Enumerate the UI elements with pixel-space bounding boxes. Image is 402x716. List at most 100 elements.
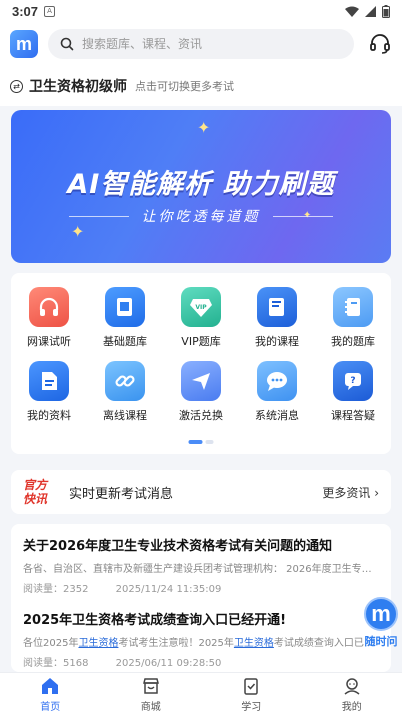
read-count: 阅读量：5168 bbox=[23, 658, 88, 669]
home-icon bbox=[42, 678, 59, 694]
svg-text:VIP: VIP bbox=[195, 304, 207, 311]
read-count-label: 阅读量： bbox=[23, 584, 63, 595]
svg-text:?: ? bbox=[350, 376, 355, 386]
grid-item-offline-courses[interactable]: 离线课程 bbox=[87, 361, 163, 435]
grid-item-my-materials[interactable]: 我的资料 bbox=[11, 361, 87, 435]
article-title: 2025年卫生资格考试成绩查询入口已经开通! bbox=[23, 613, 287, 628]
book-icon bbox=[105, 287, 145, 327]
article-list: 关于2026年度卫生专业技术资格考试有关问题的通知 各省、自治区、直辖市及新疆生… bbox=[11, 524, 391, 672]
badge-line: 快讯 bbox=[23, 492, 48, 506]
banner-title: AI智能解析 助力刷题 bbox=[67, 169, 335, 200]
grid-item-label: 我的题库 bbox=[331, 335, 375, 348]
article-desc: 各省、自治区、直辖市及新疆生产建设兵团考试管理机构： 2026年度卫生专业技术资… bbox=[23, 564, 379, 575]
list-item[interactable]: 2025年卫生资格考试成绩查询入口已经开通! 各位2025年卫生资格考试考生注意… bbox=[11, 598, 391, 672]
grid-item-label: 课程答疑 bbox=[331, 409, 375, 422]
grid-item-course-qa[interactable]: ? 课程答疑 bbox=[315, 361, 391, 435]
read-count-label: 阅读量： bbox=[23, 658, 63, 669]
page-dot-active bbox=[188, 440, 203, 444]
chat-bubble-icon bbox=[257, 361, 297, 401]
grid-item-system-messages[interactable]: 系统消息 bbox=[239, 361, 315, 435]
grid-item-my-bank[interactable]: 我的题库 bbox=[315, 287, 391, 361]
tab-label: 首页 bbox=[40, 702, 61, 713]
article-meta: 阅读量：2352 2025/11/24 11:35:09 bbox=[23, 580, 379, 595]
more-news-link[interactable]: 更多资讯 › bbox=[322, 484, 379, 501]
exam-name: 卫生资格初级师 bbox=[29, 79, 127, 95]
banner-subtitle: 让你吃透每道题 bbox=[141, 209, 261, 225]
bottom-tab-bar: 首页 商城 学习 我的 bbox=[0, 672, 402, 716]
customer-service-icon[interactable] bbox=[368, 32, 392, 56]
exam-hint: 点击可切换更多考试 bbox=[135, 80, 234, 93]
profile-icon bbox=[344, 678, 360, 695]
desc-text: 考试考生注意啦！2025年 bbox=[118, 638, 234, 649]
status-bar: 3:07 A bbox=[0, 0, 402, 22]
document-icon bbox=[29, 361, 69, 401]
course-book-icon bbox=[257, 287, 297, 327]
sparkle-icon: ✦ bbox=[197, 118, 211, 137]
list-item[interactable]: 关于2026年度卫生专业技术资格考试有关问题的通知 各省、自治区、直辖市及新疆生… bbox=[11, 524, 391, 598]
tab-label: 商城 bbox=[140, 702, 161, 713]
search-input[interactable] bbox=[82, 37, 322, 51]
grid-item-label: 系统消息 bbox=[255, 409, 299, 422]
app-logo[interactable]: m bbox=[10, 30, 38, 58]
banner-divider bbox=[273, 216, 333, 217]
ask-anytime-label: 随时问 bbox=[364, 635, 398, 648]
qa-icon: ? bbox=[333, 361, 373, 401]
read-count: 阅读量：2352 bbox=[23, 584, 88, 595]
send-plane-icon bbox=[181, 361, 221, 401]
grid-item-my-courses[interactable]: 我的课程 bbox=[239, 287, 315, 361]
grid-item-label: 网课试听 bbox=[27, 335, 71, 348]
notebook-icon bbox=[333, 287, 373, 327]
search-bar[interactable] bbox=[48, 29, 354, 59]
read-count-value: 5168 bbox=[63, 658, 89, 669]
news-bar[interactable]: 官方 快讯 实时更新考试消息 更多资讯 › bbox=[11, 470, 391, 514]
headphones-icon bbox=[29, 287, 69, 327]
ask-anytime-button[interactable]: m 随时问 bbox=[361, 597, 401, 653]
tab-label: 学习 bbox=[241, 702, 262, 713]
tab-home[interactable]: 首页 bbox=[0, 673, 101, 716]
feature-grid-card: 网课试听 基础题库 VIP VIP题库 我的课程 我的题库 我的资料 离线课程 … bbox=[11, 273, 391, 454]
tab-profile[interactable]: 我的 bbox=[302, 673, 402, 716]
signal-icon bbox=[365, 5, 376, 17]
article-date: 2025/11/24 11:35:09 bbox=[115, 584, 222, 595]
badge-line: 官方 bbox=[23, 478, 48, 492]
promo-banner[interactable]: ✦ ✦ ✦ AI智能解析 助力刷题 让你吃透每道题 bbox=[11, 110, 391, 263]
article-date: 2025/06/11 09:28:50 bbox=[115, 658, 222, 669]
article-desc: 各位2025年卫生资格考试考生注意啦！2025年卫生资格考试成绩查询入口已经开通 bbox=[23, 634, 379, 649]
ask-logo-icon: m bbox=[364, 597, 398, 631]
feature-grid: 网课试听 基础题库 VIP VIP题库 我的课程 我的题库 我的资料 离线课程 … bbox=[11, 273, 391, 435]
news-bar-text: 实时更新考试消息 bbox=[69, 486, 174, 502]
grid-item-basic-bank[interactable]: 基础题库 bbox=[87, 287, 163, 361]
grid-item-online-trial[interactable]: 网课试听 bbox=[11, 287, 87, 361]
status-time: 3:07 bbox=[12, 3, 39, 19]
article-meta: 阅读量：5168 2025/06/11 09:28:50 bbox=[23, 654, 379, 669]
grid-item-label: 基础题库 bbox=[103, 335, 147, 348]
grid-item-activate-redeem[interactable]: 激活兑换 bbox=[163, 361, 239, 435]
tab-shop[interactable]: 商城 bbox=[101, 673, 202, 716]
official-news-badge: 官方 快讯 bbox=[23, 478, 53, 506]
grid-item-vip-bank[interactable]: VIP VIP题库 bbox=[163, 287, 239, 361]
grid-item-label: 我的资料 bbox=[27, 409, 71, 422]
search-icon bbox=[60, 37, 74, 51]
read-count-value: 2352 bbox=[63, 584, 89, 595]
tab-label: 我的 bbox=[341, 702, 362, 713]
desc-link[interactable]: 卫生资格 bbox=[234, 638, 274, 649]
grid-item-label: 激活兑换 bbox=[179, 409, 223, 422]
shop-icon bbox=[142, 678, 159, 694]
notification-icon: A bbox=[44, 5, 56, 17]
tab-study[interactable]: 学习 bbox=[201, 673, 302, 716]
grid-item-label: VIP题库 bbox=[181, 335, 221, 348]
wifi-icon bbox=[345, 6, 359, 17]
status-icons bbox=[345, 4, 390, 18]
grid-item-label: 离线课程 bbox=[103, 409, 147, 422]
grid-item-label: 我的课程 bbox=[255, 335, 299, 348]
desc-text: 各位2025年 bbox=[23, 638, 79, 649]
vip-diamond-icon: VIP bbox=[181, 287, 221, 327]
article-title: 关于2026年度卫生专业技术资格考试有关问题的通知 bbox=[23, 539, 333, 554]
desc-link[interactable]: 卫生资格 bbox=[78, 638, 118, 649]
offline-link-icon bbox=[105, 361, 145, 401]
study-icon bbox=[244, 678, 258, 695]
page-indicator bbox=[188, 440, 214, 444]
switch-icon: ⇄ bbox=[10, 79, 23, 93]
exam-selector[interactable]: ⇄ 卫生资格初级师 点击可切换更多考试 bbox=[0, 66, 402, 106]
page-dot bbox=[205, 440, 214, 444]
